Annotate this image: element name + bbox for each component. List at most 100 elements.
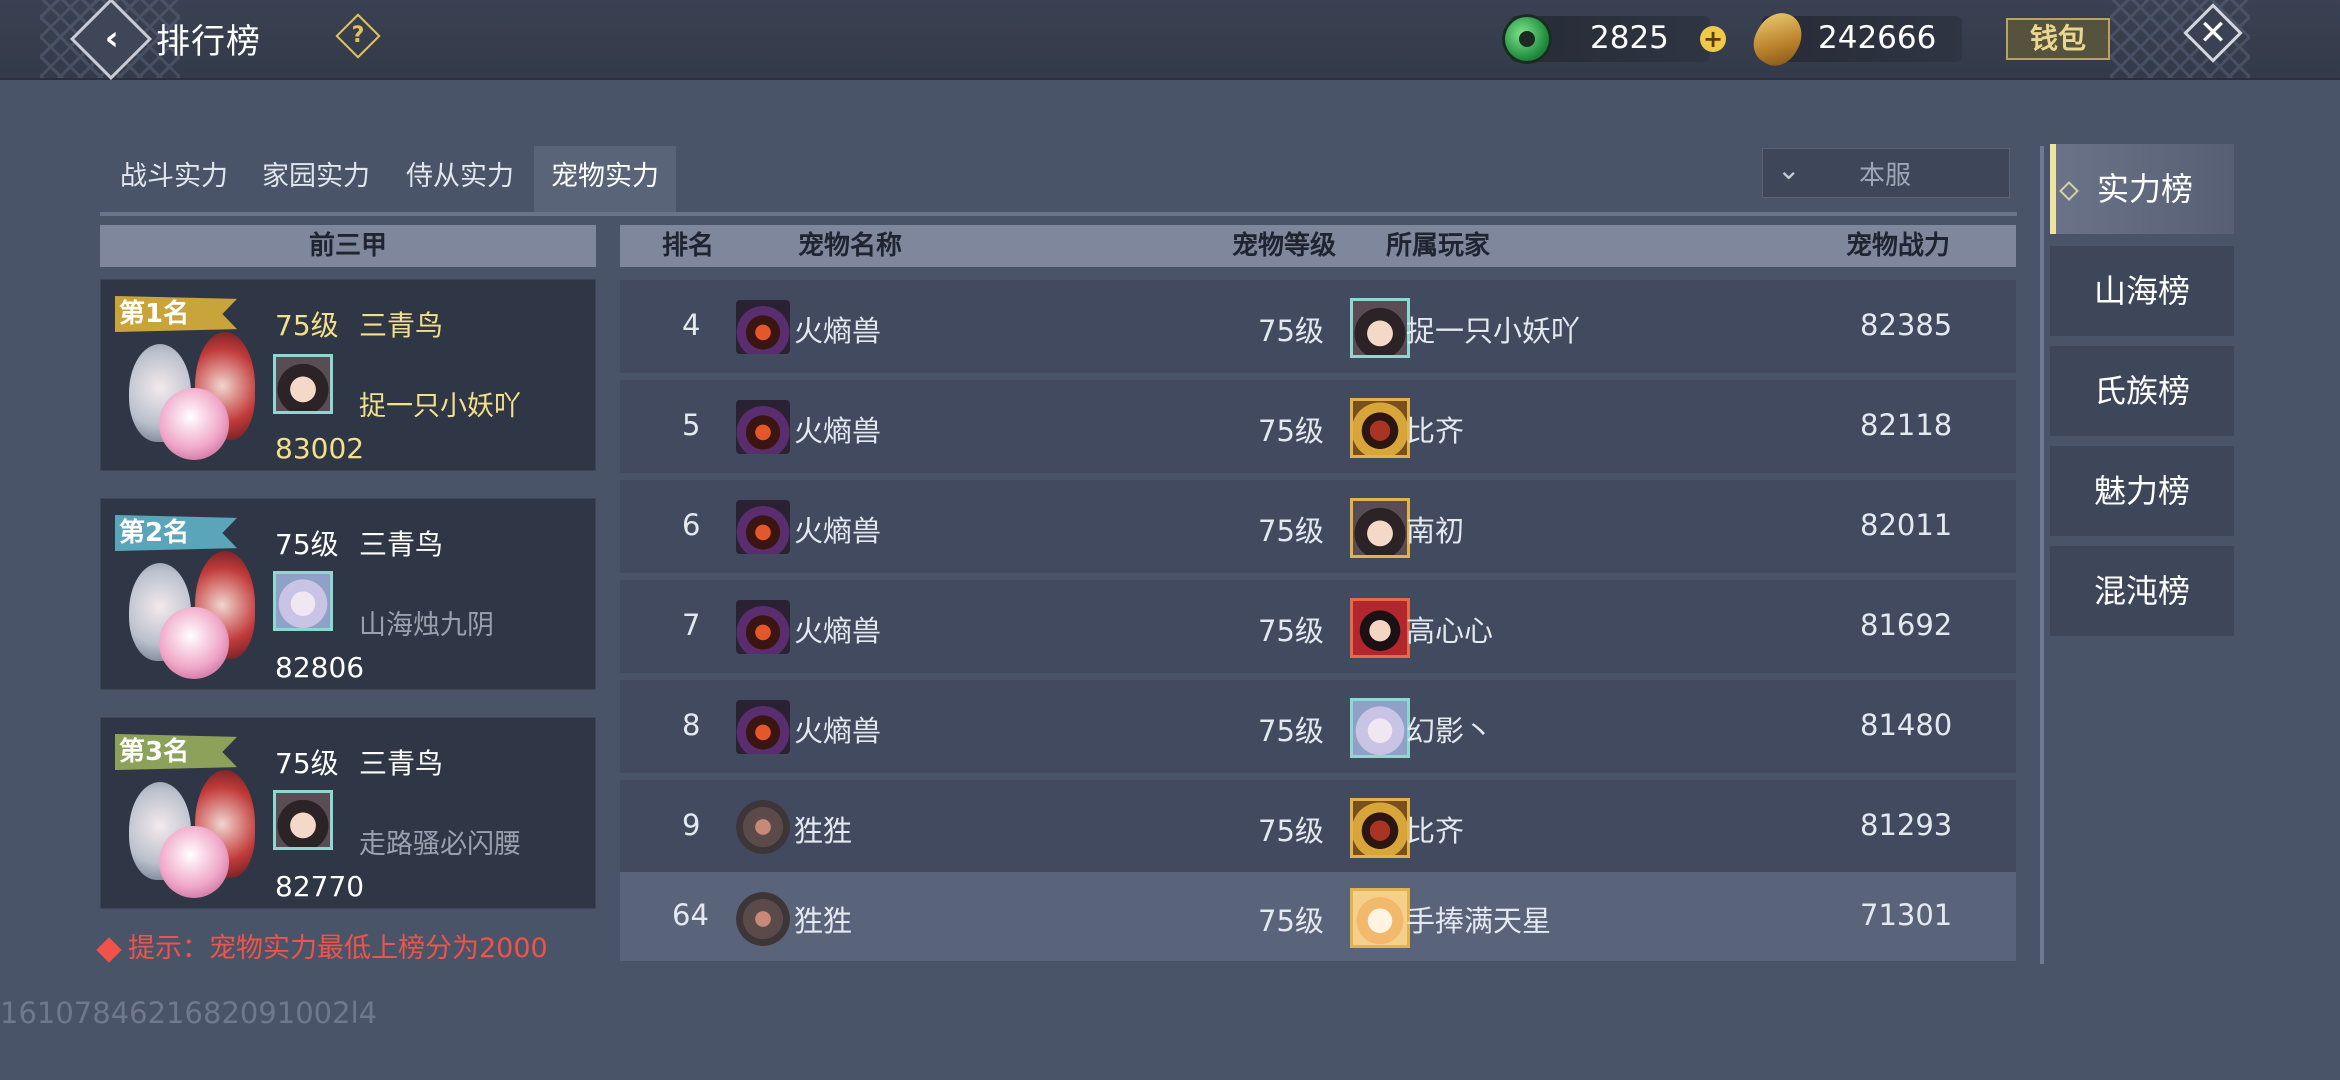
player-avatar bbox=[1350, 598, 1410, 658]
level-cell: 75级 bbox=[1258, 514, 1324, 548]
tab-divider bbox=[100, 212, 2017, 216]
top3-card-1[interactable]: 第1名 75级 三青鸟 捉一只小妖吖 83002 bbox=[100, 279, 596, 471]
pet-icon bbox=[736, 400, 790, 454]
pet-level: 75级 bbox=[275, 747, 339, 780]
side-tab-chaos[interactable]: 混沌榜 bbox=[2050, 546, 2234, 636]
pet-name: 三青鸟 bbox=[359, 309, 444, 342]
rank-cell: 64 bbox=[672, 898, 709, 932]
gold-ingot-icon bbox=[1745, 4, 1811, 74]
rank-ribbon: 第1名 bbox=[115, 296, 237, 332]
player-avatar bbox=[1350, 498, 1410, 558]
table-row[interactable]: 7 火熵兽 75级 高心心 81692 bbox=[620, 580, 2016, 676]
table-row[interactable]: 8 火熵兽 75级 幻影丶 81480 bbox=[620, 680, 2016, 776]
pet-icon bbox=[736, 600, 790, 654]
side-tab-clan[interactable]: 氏族榜 bbox=[2050, 346, 2234, 436]
rank-cell: 7 bbox=[682, 608, 701, 642]
player-cell: 比齐 bbox=[1406, 814, 1465, 848]
player-cell: 幻影丶 bbox=[1406, 714, 1494, 748]
top3-card-2[interactable]: 第2名 75级 三青鸟 山海烛九阴 82806 bbox=[100, 498, 596, 690]
server-dropdown[interactable]: ⌄ 本服 bbox=[1762, 148, 2010, 198]
pet-icon bbox=[736, 892, 790, 946]
col-pet-power: 宠物战力 bbox=[1846, 231, 1951, 261]
warning-icon bbox=[96, 936, 122, 963]
pet-level: 75级 bbox=[275, 528, 339, 561]
tab-pet-power[interactable]: 宠物实力 bbox=[534, 146, 676, 216]
table-header: 排名 宠物名称 宠物等级 所属玩家 宠物战力 bbox=[620, 225, 2016, 267]
jade-value: 2825 bbox=[1590, 20, 1669, 56]
power-cell: 81692 bbox=[1860, 608, 1953, 642]
page-title: 排行榜 bbox=[156, 22, 261, 62]
top3-header: 前三甲 bbox=[100, 225, 596, 267]
rank-cell: 8 bbox=[682, 708, 701, 742]
col-pet-name: 宠物名称 bbox=[798, 231, 903, 261]
table-row[interactable]: 4 火熵兽 75级 捉一只小妖吖 82385 bbox=[620, 280, 2016, 376]
pet-name: 三青鸟 bbox=[359, 528, 444, 561]
my-rank-row[interactable]: 64 狌狌 75级 手捧满天星 71301 bbox=[620, 872, 2016, 964]
pet-power: 83002 bbox=[275, 432, 365, 465]
player-avatar bbox=[1350, 798, 1410, 858]
pet-icon bbox=[736, 800, 790, 854]
pet-icon bbox=[736, 300, 790, 354]
chevron-down-icon: ⌄ bbox=[1777, 153, 1801, 186]
wallet-button[interactable]: 钱包 bbox=[2006, 18, 2110, 60]
level-cell: 75级 bbox=[1258, 814, 1324, 848]
power-cell: 71301 bbox=[1860, 898, 1953, 932]
rank-cell: 5 bbox=[682, 408, 701, 442]
tab-home-power[interactable]: 家园实力 bbox=[246, 146, 386, 216]
scrollbar[interactable] bbox=[2040, 146, 2044, 964]
add-jade-button[interactable]: + bbox=[1700, 26, 1726, 52]
player-avatar bbox=[273, 354, 333, 414]
level-cell: 75级 bbox=[1258, 904, 1324, 938]
pet-name-cell: 火熵兽 bbox=[794, 614, 882, 648]
rank-ribbon: 第3名 bbox=[115, 734, 237, 770]
col-pet-level: 宠物等级 bbox=[1232, 231, 1337, 261]
server-dropdown-value: 本服 bbox=[1859, 161, 1912, 191]
pet-power: 82770 bbox=[275, 870, 365, 903]
tip-text: 提示：宠物实力最低上榜分为2000 bbox=[96, 926, 548, 965]
power-cell: 81480 bbox=[1860, 708, 1953, 742]
player-avatar bbox=[273, 571, 333, 631]
pet-portrait bbox=[115, 330, 265, 470]
col-rank: 排名 bbox=[662, 231, 715, 261]
player-cell: 手捧满天星 bbox=[1406, 904, 1552, 938]
rank-ribbon: 第2名 bbox=[115, 515, 237, 551]
player-name: 山海烛九阴 bbox=[359, 610, 494, 641]
table-row[interactable]: 9 狌狌 75级 比齐 81293 bbox=[620, 780, 2016, 876]
pet-name-cell: 火熵兽 bbox=[794, 514, 882, 548]
gold-value: 242666 bbox=[1818, 20, 1937, 56]
player-avatar bbox=[1350, 398, 1410, 458]
pet-name-cell: 火熵兽 bbox=[794, 314, 882, 348]
player-avatar bbox=[1350, 888, 1410, 948]
player-avatar bbox=[1350, 698, 1410, 758]
top3-card-3[interactable]: 第3名 75级 三青鸟 走路骚必闪腰 82770 bbox=[100, 717, 596, 909]
power-cell: 81293 bbox=[1860, 808, 1953, 842]
chevron-left-icon: ‹ bbox=[104, 18, 119, 59]
jade-coin-icon bbox=[1502, 14, 1552, 64]
user-id-text: 1610784621682091002l4 bbox=[0, 996, 378, 1030]
rank-cell: 4 bbox=[682, 308, 701, 342]
level-cell: 75级 bbox=[1258, 714, 1324, 748]
pet-icon bbox=[736, 700, 790, 754]
player-cell: 南初 bbox=[1406, 514, 1465, 548]
table-row[interactable]: 6 火熵兽 75级 南初 82011 bbox=[620, 480, 2016, 576]
side-tab-power[interactable]: 实力榜 bbox=[2050, 144, 2234, 234]
player-name: 捉一只小妖吖 bbox=[359, 391, 521, 422]
pet-name-cell: 火熵兽 bbox=[794, 414, 882, 448]
pet-portrait bbox=[115, 768, 265, 908]
tab-servant-power[interactable]: 侍从实力 bbox=[390, 146, 530, 216]
player-cell: 比齐 bbox=[1406, 414, 1465, 448]
player-cell: 高心心 bbox=[1406, 614, 1494, 648]
power-cell: 82385 bbox=[1860, 308, 1953, 342]
pet-name: 三青鸟 bbox=[359, 747, 444, 780]
question-icon[interactable]: ? bbox=[335, 13, 381, 59]
side-tab-charm[interactable]: 魅力榜 bbox=[2050, 446, 2234, 536]
level-cell: 75级 bbox=[1258, 314, 1324, 348]
level-cell: 75级 bbox=[1258, 614, 1324, 648]
player-avatar bbox=[273, 790, 333, 850]
side-tab-shanhai[interactable]: 山海榜 bbox=[2050, 246, 2234, 336]
table-row[interactable]: 5 火熵兽 75级 比齐 82118 bbox=[620, 380, 2016, 476]
pet-portrait bbox=[115, 549, 265, 689]
tab-combat-power[interactable]: 战斗实力 bbox=[100, 146, 248, 216]
power-cell: 82118 bbox=[1860, 408, 1953, 442]
pet-name-cell: 狌狌 bbox=[794, 814, 853, 848]
